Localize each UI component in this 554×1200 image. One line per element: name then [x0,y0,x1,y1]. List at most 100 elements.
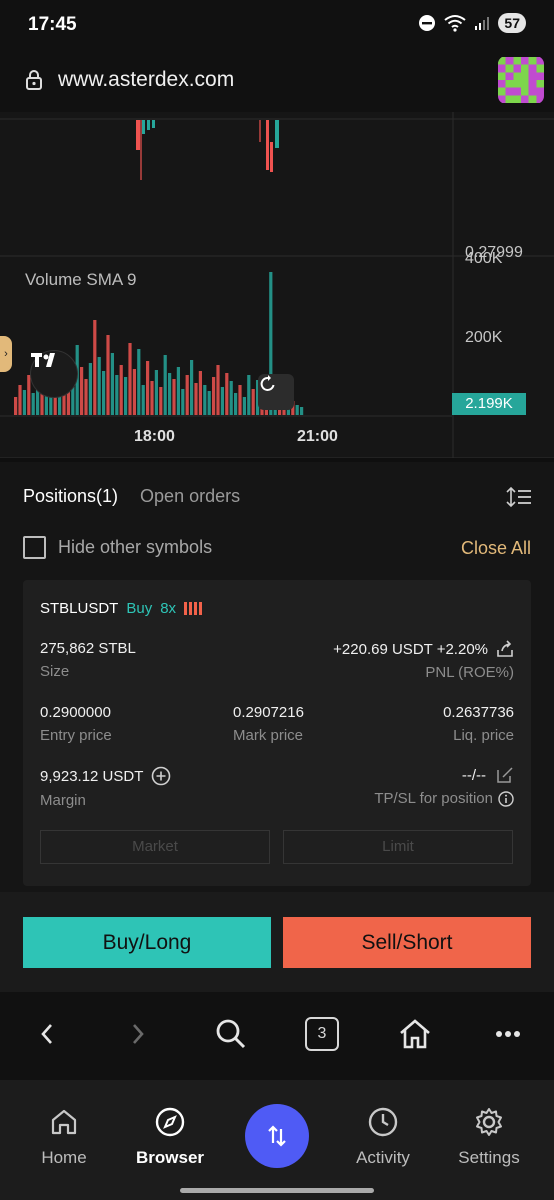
dnd-icon [419,15,436,31]
search-icon [216,1019,246,1049]
battery-indicator: 57 [498,13,526,33]
compass-icon [155,1107,185,1137]
pnl-cell: +220.69 USDT +2.20% PNL (ROE%) [333,640,514,681]
share-icon[interactable] [496,640,514,658]
more-menu-button[interactable] [488,1014,528,1054]
position-symbol[interactable]: STBLUSDT [40,600,118,617]
volume-axis-200k: 200K [465,329,503,346]
reset-chart-button[interactable] [258,374,294,410]
swap-button[interactable] [245,1104,309,1168]
candles [136,120,279,180]
mark-price-cell: 0.2907216 Mark price [233,704,304,744]
browser-toolbar: 3 [0,992,554,1080]
margin-cell: 9,923.12 USDT Margin [40,766,171,809]
status-time: 17:45 [28,14,77,35]
info-icon[interactable] [498,790,514,807]
side-panel-handle[interactable]: › [0,336,12,372]
current-volume-badge: 2.199K [452,393,526,415]
tpsl-label: TP/SL for position [374,790,493,807]
forward-button[interactable] [118,1014,158,1054]
pnl-value: +220.69 USDT +2.20% [333,640,488,658]
add-margin-icon[interactable] [151,766,171,786]
tradingview-logo-icon[interactable] [30,350,78,398]
nav-activity[interactable]: Activity [338,1104,428,1168]
size-value: 275,862 STBL [40,640,136,657]
swap-arrows-icon [268,1125,286,1147]
pnl-label: PNL (ROE%) [425,664,514,681]
tabs-button[interactable]: 3 [302,1014,342,1054]
liq-price-cell: 0.2637736 Liq. price [443,704,514,744]
tpsl-value-row: --/-- [374,766,514,784]
tpsl-value: --/-- [461,766,486,784]
tab-count: 3 [305,1017,339,1051]
entry-price-cell: 0.2900000 Entry price [40,704,112,744]
liq-price-label: Liq. price [453,727,514,744]
wifi-icon [444,15,467,32]
home-button[interactable] [395,1014,435,1054]
lock-icon [26,70,42,90]
size-cell: 275,862 STBL Size [40,640,136,680]
buy-long-button[interactable]: Buy/Long [23,917,271,968]
market-close-button[interactable]: Market [40,830,270,864]
volume-indicator-label[interactable]: Volume SMA 9 [25,270,137,290]
nav-settings[interactable]: Settings [444,1104,534,1168]
nav-home-label: Home [41,1148,87,1167]
search-button[interactable] [211,1014,251,1054]
size-label: Size [40,663,70,680]
margin-label: Margin [40,792,86,809]
hide-other-symbols-label: Hide other symbols [58,537,213,557]
limit-close-button[interactable]: Limit [283,830,513,864]
tab-positions[interactable]: Positions(1) [23,486,118,507]
more-icon [496,1031,520,1037]
sell-short-button[interactable]: Sell/Short [283,917,531,968]
hide-other-symbols-checkbox[interactable] [23,536,46,559]
position-side: Buy [126,600,153,617]
nav-browser-label: Browser [135,1148,205,1167]
mark-price-label: Mark price [233,727,304,744]
time-label-1: 18:00 [134,428,175,445]
mark-price-value: 0.2907216 [233,704,304,721]
time-label-2: 21:00 [297,428,338,445]
status-bar: 17:45 57 [0,0,554,52]
back-button[interactable] [27,1014,67,1054]
home-icon [51,1109,77,1135]
url-bar[interactable]: www.asterdex.com [0,52,554,112]
signal-icon [475,17,490,30]
status-icons: 57 [418,13,526,33]
position-card: STBLUSDT Buy 8x 275,862 STBL Size +220.6… [23,580,531,886]
entry-price-value: 0.2900000 [40,704,111,721]
site-favicon-icon[interactable] [498,56,544,104]
hide-other-symbols-row[interactable]: Hide other symbols [23,536,212,559]
positions-panel: Positions(1) Open orders Hide other symb… [0,462,554,892]
url-text[interactable]: www.asterdex.com [58,68,234,92]
margin-value: 9,923.12 USDT [40,767,144,785]
tpsl-cell: --/-- TP/SL for position [374,766,514,807]
edit-icon[interactable] [496,766,514,784]
price-chart[interactable]: 0.27999 400K 200K Volume SMA 9 2.199K 18… [0,112,554,458]
nav-settings-label: Settings [458,1148,520,1167]
tpsl-label-row: TP/SL for position [374,790,514,807]
volume-axis-400k: 400K [465,250,503,267]
tab-open-orders[interactable]: Open orders [140,486,240,507]
home-icon [400,1019,430,1049]
risk-bars-icon [184,602,203,615]
liq-price-value: 0.2637736 [443,704,514,721]
position-header: STBLUSDT Buy 8x [40,600,203,617]
entry-price-label: Entry price [40,727,112,744]
nav-browser[interactable]: Browser [125,1104,215,1168]
margin-value-row: 9,923.12 USDT [40,766,171,786]
trade-action-bar: Buy/Long Sell/Short [0,892,554,992]
home-indicator [180,1188,374,1193]
bottom-nav: Home Browser Activity Settings [0,1080,554,1200]
forward-arrow-icon [133,1024,144,1044]
back-arrow-icon [41,1024,52,1044]
sort-icon[interactable] [506,486,532,508]
nav-activity-label: Activity [356,1148,410,1167]
positions-tabs: Positions(1) Open orders [23,486,240,507]
pnl-value-row: +220.69 USDT +2.20% [333,640,514,658]
gear-icon [476,1108,502,1136]
clock-icon [368,1107,398,1137]
close-all-button[interactable]: Close All [461,538,531,559]
nav-home[interactable]: Home [19,1104,109,1168]
refresh-icon [260,375,275,391]
